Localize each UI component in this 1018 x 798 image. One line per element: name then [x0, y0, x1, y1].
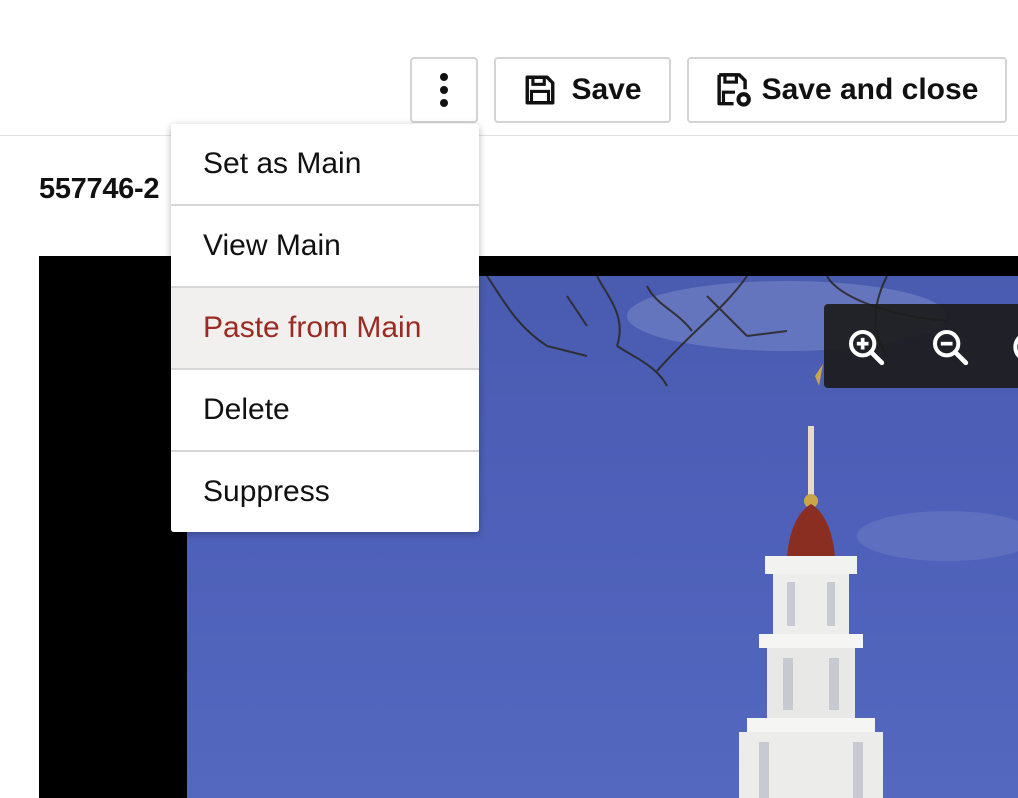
menu-item-view-main[interactable]: View Main [171, 206, 479, 288]
more-actions-menu: Set as Main View Main Paste from Main De… [171, 124, 479, 532]
menu-item-set-as-main[interactable]: Set as Main [171, 124, 479, 206]
save-and-close-button[interactable]: Save and close [687, 57, 1007, 123]
floppy-disk-icon [526, 75, 555, 105]
kebab-vertical-icon [440, 73, 448, 107]
floppy-disk-close-icon [717, 73, 751, 107]
top-toolbar: Save Save and close [0, 0, 1018, 136]
save-button[interactable]: Save [494, 57, 671, 123]
zoom-out-icon [933, 330, 969, 366]
zoom-in-button[interactable] [846, 327, 886, 367]
asset-title: 557746-2 [39, 173, 160, 205]
save-and-close-button-label: Save and close [761, 73, 979, 106]
zoom-reset-icon [1013, 335, 1018, 359]
zoom-out-button[interactable] [930, 327, 970, 367]
zoom-controls [824, 304, 1018, 388]
zoom-reset-button[interactable] [1012, 327, 1018, 367]
zoom-in-icon [849, 330, 885, 366]
menu-item-paste-from-main[interactable]: Paste from Main [171, 288, 479, 370]
more-actions-button[interactable] [410, 57, 478, 123]
menu-item-delete[interactable]: Delete [171, 370, 479, 452]
menu-item-suppress[interactable]: Suppress [171, 452, 479, 532]
save-button-label: Save [571, 73, 642, 106]
